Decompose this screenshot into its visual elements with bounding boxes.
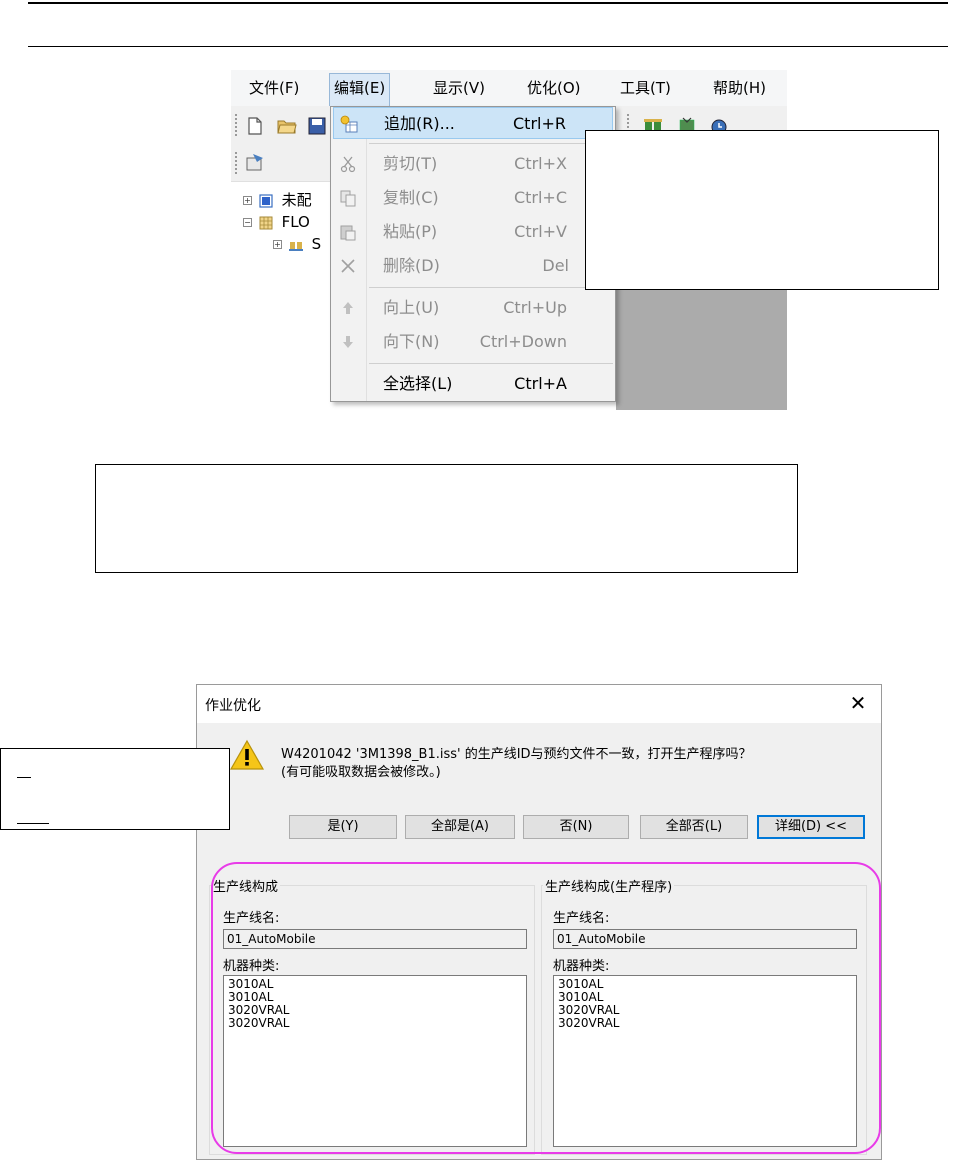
- toolbar2-grip: [235, 152, 237, 174]
- toolbar-grip: [235, 114, 237, 136]
- menu-item-copy[interactable]: 复制(C) Ctrl+C: [333, 182, 613, 214]
- menu-separator: [369, 363, 613, 364]
- underline-mark: [17, 777, 31, 778]
- tree-item-line[interactable]: + S: [273, 234, 321, 254]
- menu-separator: [369, 143, 613, 144]
- copy-icon: [340, 190, 356, 207]
- tree-item-flow[interactable]: − FLO: [243, 212, 310, 232]
- delete-icon: [341, 259, 355, 273]
- scissors-icon: [340, 156, 356, 173]
- header-bottom-rule: [28, 46, 948, 47]
- close-icon[interactable]: ✕: [847, 693, 869, 715]
- menu-file[interactable]: 文件(F): [245, 77, 303, 101]
- dialog-message: W4201042 '3M1398_B1.iss' 的生产线ID与预约文件不一致，…: [281, 747, 752, 762]
- yes-button[interactable]: 是(Y): [289, 815, 397, 839]
- menu-bar: 文件(F) 编辑(E) 显示(V) 优化(O) 工具(T) 帮助(H): [231, 70, 787, 106]
- tree-item-label: FLO: [281, 213, 310, 231]
- menu-item-add[interactable]: 追加(R)... Ctrl+R: [333, 107, 613, 139]
- menu-optimize[interactable]: 优化(O): [523, 77, 585, 101]
- grid-icon: [259, 216, 273, 229]
- dialog-titlebar: 作业优化 ✕: [197, 685, 881, 723]
- callout-box-left: [0, 748, 230, 830]
- dialog-message-note: (有可能吸取数据会被修改。): [281, 765, 441, 780]
- no-all-button[interactable]: 全部否(L): [640, 815, 748, 839]
- callout-box-right: [585, 130, 939, 290]
- machine-icon: [288, 241, 303, 251]
- collapse-icon[interactable]: −: [243, 218, 252, 227]
- warning-icon: [229, 739, 265, 770]
- menu-item-move-up[interactable]: 向上(U) Ctrl+Up: [333, 292, 613, 324]
- dialog-title: 作业优化: [205, 698, 261, 714]
- edit-dropdown-menu: 追加(R)... Ctrl+R 剪切(T) Ctrl+X 复制(C) Ctrl+…: [330, 106, 616, 402]
- menu-view[interactable]: 显示(V): [429, 77, 489, 101]
- job-optimize-dialog: 作业优化 ✕ W4201042 '3M1398_B1.iss' 的生产线ID与预…: [196, 684, 882, 1160]
- arrow-down-icon: [343, 336, 353, 348]
- menu-item-move-down[interactable]: 向下(N) Ctrl+Down: [333, 326, 613, 358]
- arrow-up-icon: [343, 302, 353, 314]
- yes-all-button[interactable]: 全部是(A): [405, 815, 515, 839]
- menu-item-delete[interactable]: 删除(D) Del: [333, 250, 613, 282]
- callout-box-middle: [95, 464, 798, 573]
- details-button[interactable]: 详细(D) <<: [757, 815, 865, 839]
- underline-mark: [17, 823, 49, 824]
- menu-separator: [369, 287, 613, 288]
- paste-icon: [340, 225, 356, 241]
- menu-tools[interactable]: 工具(T): [616, 77, 675, 101]
- highlight-outline: [211, 862, 881, 1154]
- menu-item-select-all[interactable]: 全选择(L) Ctrl+A: [333, 368, 613, 400]
- menu-edit[interactable]: 编辑(E): [329, 73, 391, 106]
- add-icon: [340, 115, 358, 133]
- new-file-icon[interactable]: [245, 116, 265, 136]
- folder-blue-icon: [259, 193, 273, 208]
- open-folder-icon[interactable]: [277, 116, 297, 136]
- expand-icon[interactable]: +: [273, 240, 282, 249]
- expand-icon[interactable]: +: [243, 196, 252, 205]
- menu-item-paste[interactable]: 粘贴(P) Ctrl+V: [333, 216, 613, 248]
- no-button[interactable]: 否(N): [523, 815, 629, 839]
- tree-item-label: 未配: [281, 191, 312, 209]
- header-top-rule: [28, 2, 948, 4]
- tree-item-label: S: [311, 235, 322, 253]
- menu-item-cut[interactable]: 剪切(T) Ctrl+X: [333, 148, 613, 180]
- menu-help[interactable]: 帮助(H): [709, 77, 770, 101]
- tree-item-unassigned[interactable]: + 未配: [243, 190, 312, 210]
- save-icon[interactable]: [307, 116, 327, 136]
- properties-icon[interactable]: [245, 152, 265, 172]
